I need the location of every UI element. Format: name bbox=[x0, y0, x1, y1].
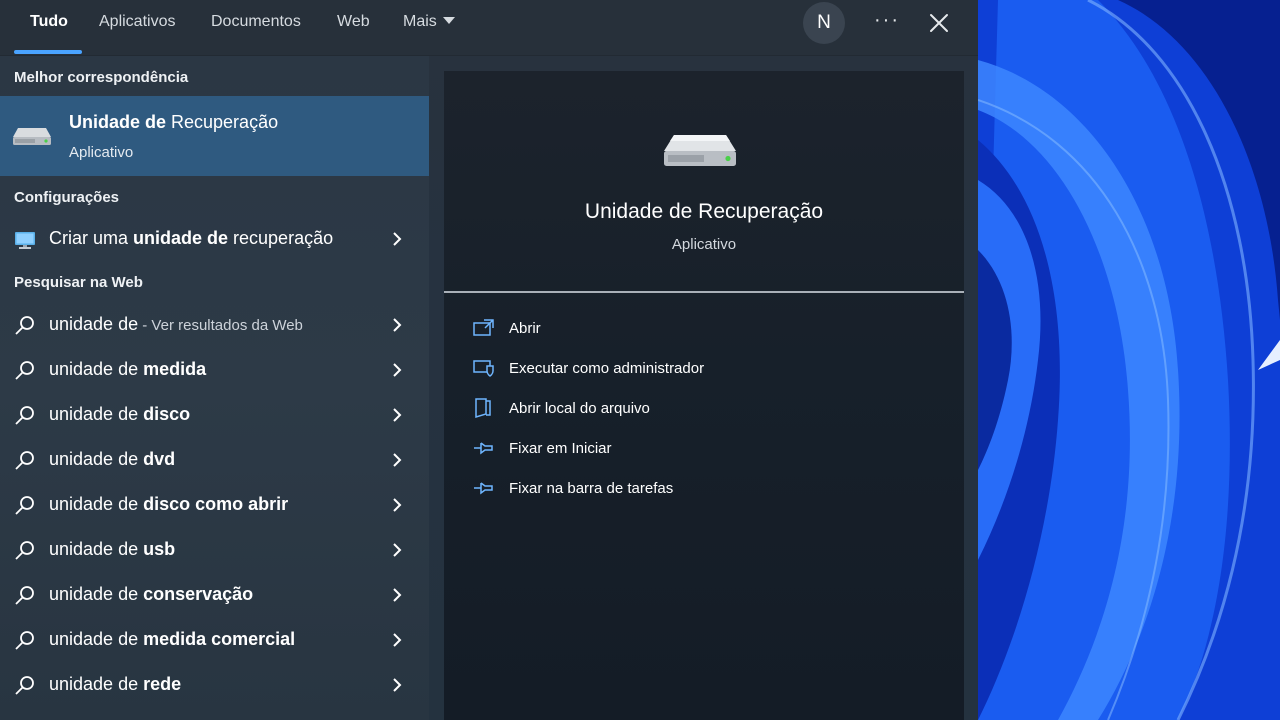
web-search-item[interactable]: unidade de dvd bbox=[0, 438, 429, 482]
tab-documents[interactable]: Documentos bbox=[211, 0, 301, 55]
action-pin-to-taskbar[interactable]: Fixar na barra de tarefas bbox=[472, 472, 892, 506]
web-search-label: unidade de disco como abrir bbox=[49, 494, 289, 514]
results-list: Melhor correspondência Unidade de Recupe… bbox=[0, 56, 429, 720]
best-match-result[interactable]: Unidade de Recuperação Aplicativo bbox=[0, 96, 429, 176]
web-search-item[interactable]: unidade de rede bbox=[0, 663, 429, 707]
detail-title: Unidade de Recuperação bbox=[584, 200, 824, 223]
action-label: Fixar em Iniciar bbox=[509, 440, 612, 457]
web-search-label: unidade de disco bbox=[49, 404, 191, 424]
web-search-item[interactable]: unidade de disco bbox=[0, 393, 429, 437]
open-icon bbox=[473, 319, 494, 336]
file-location-icon bbox=[475, 398, 491, 418]
search-icon bbox=[15, 586, 34, 605]
search-icon bbox=[15, 676, 34, 695]
web-search-label: unidade de medida bbox=[49, 359, 207, 379]
chevron-right-icon bbox=[393, 633, 402, 647]
action-label: Abrir bbox=[509, 320, 541, 337]
more-options-icon[interactable]: ··· bbox=[874, 10, 900, 32]
drive-icon bbox=[13, 128, 51, 145]
tab-more-label: Mais bbox=[403, 13, 437, 30]
drive-icon bbox=[664, 135, 736, 166]
web-search-label: unidade de dvd bbox=[49, 449, 176, 469]
web-search-label: unidade de conservação bbox=[49, 584, 254, 604]
desktop-wallpaper bbox=[978, 0, 1280, 720]
web-search-item[interactable]: unidade de usb bbox=[0, 528, 429, 572]
tab-apps[interactable]: Aplicativos bbox=[99, 0, 175, 55]
chevron-right-icon bbox=[393, 232, 402, 246]
chevron-right-icon bbox=[393, 408, 402, 422]
action-label: Abrir local do arquivo bbox=[509, 400, 650, 417]
search-icon bbox=[15, 541, 34, 560]
detail-subtitle: Aplicativo bbox=[671, 236, 737, 253]
pin-icon bbox=[474, 442, 493, 455]
search-icon bbox=[15, 451, 34, 470]
action-run-as-admin[interactable]: Executar como administrador bbox=[472, 352, 892, 386]
search-icon bbox=[15, 631, 34, 650]
settings-item-create-recovery-drive[interactable]: Criar uma unidade de recuperação bbox=[0, 217, 429, 261]
chevron-right-icon bbox=[393, 678, 402, 692]
chevron-right-icon bbox=[393, 498, 402, 512]
section-title-web: Pesquisar na Web bbox=[14, 274, 143, 291]
tab-more[interactable]: Mais bbox=[403, 0, 455, 55]
chevron-right-icon bbox=[393, 318, 402, 332]
chevron-right-icon bbox=[393, 453, 402, 467]
tab-all[interactable]: Tudo bbox=[30, 0, 68, 55]
settings-item-label: Criar uma unidade de recuperação bbox=[49, 228, 334, 248]
web-search-item[interactable]: unidade de medida bbox=[0, 348, 429, 392]
search-icon bbox=[15, 406, 34, 425]
pin-icon bbox=[474, 482, 493, 495]
web-search-item[interactable]: unidade de - Ver resultados da Web bbox=[0, 303, 429, 347]
search-icon bbox=[15, 496, 34, 515]
web-search-item[interactable]: unidade de disco como abrir bbox=[0, 483, 429, 527]
action-open-file-location[interactable]: Abrir local do arquivo bbox=[472, 392, 892, 426]
section-title-best-match: Melhor correspondência bbox=[14, 69, 189, 86]
active-tab-indicator bbox=[14, 50, 82, 54]
search-tabs-bar: Tudo Aplicativos Documentos Web Mais N ·… bbox=[0, 0, 978, 56]
search-icon bbox=[15, 361, 34, 380]
section-title-settings: Configurações bbox=[14, 189, 120, 206]
action-label: Fixar na barra de tarefas bbox=[509, 480, 674, 497]
caret-down-icon bbox=[442, 17, 455, 24]
web-search-label: unidade de rede bbox=[49, 674, 182, 694]
result-details-pane: Unidade de Recuperação Aplicativo Abrir … bbox=[444, 71, 964, 720]
web-search-label: unidade de medida comercial bbox=[49, 629, 296, 649]
action-open[interactable]: Abrir bbox=[472, 312, 892, 346]
close-icon[interactable] bbox=[926, 10, 952, 36]
web-search-label: unidade de - Ver resultados da Web bbox=[49, 314, 303, 334]
chevron-right-icon bbox=[393, 543, 402, 557]
web-search-label: unidade de usb bbox=[49, 539, 176, 559]
best-match-subtitle: Aplicativo bbox=[69, 144, 134, 161]
user-avatar[interactable]: N bbox=[803, 2, 845, 44]
divider bbox=[444, 291, 964, 293]
search-icon bbox=[15, 316, 34, 335]
chevron-right-icon bbox=[393, 363, 402, 377]
web-search-item[interactable]: unidade de medida comercial bbox=[0, 618, 429, 662]
web-search-item[interactable]: unidade de conservação bbox=[0, 573, 429, 617]
tab-web[interactable]: Web bbox=[337, 0, 370, 55]
chevron-right-icon bbox=[393, 588, 402, 602]
monitor-icon bbox=[15, 232, 35, 249]
admin-shield-icon bbox=[473, 360, 494, 377]
best-match-title: Unidade de Recuperação bbox=[69, 112, 279, 132]
action-pin-to-start[interactable]: Fixar em Iniciar bbox=[472, 432, 892, 466]
search-panel: Tudo Aplicativos Documentos Web Mais N ·… bbox=[0, 0, 978, 720]
action-label: Executar como administrador bbox=[509, 360, 705, 377]
